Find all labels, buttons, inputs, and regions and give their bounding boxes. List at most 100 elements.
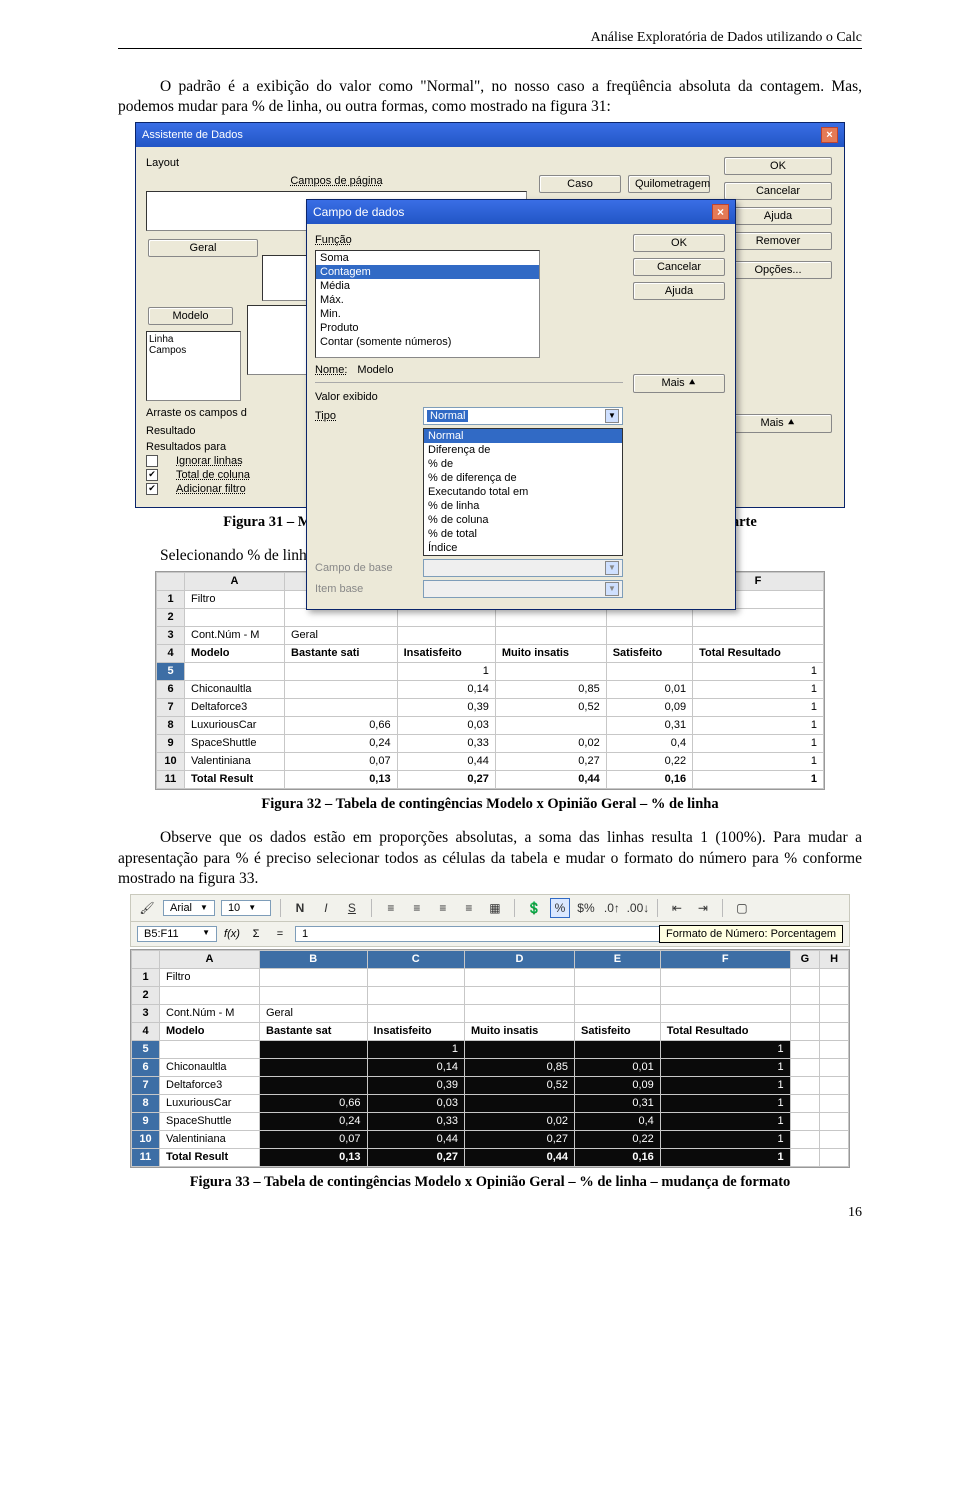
cell[interactable] xyxy=(260,1076,368,1094)
btn-cancel-outer[interactable]: Cancelar xyxy=(724,182,832,200)
row-header[interactable]: 6 xyxy=(157,680,185,698)
btn-cancel-inner[interactable]: Cancelar xyxy=(633,258,725,276)
cell[interactable]: Chiconaultla xyxy=(160,1058,260,1076)
btn-more-inner[interactable]: Mais ⯅ xyxy=(633,374,725,393)
cell[interactable] xyxy=(495,662,606,680)
cell[interactable]: Cont.Núm - M xyxy=(160,1004,260,1022)
cell[interactable] xyxy=(790,986,820,1004)
cell[interactable]: Deltaforce3 xyxy=(160,1076,260,1094)
cell[interactable]: Bastante sati xyxy=(285,644,398,662)
cell[interactable] xyxy=(465,1094,575,1112)
fn-option[interactable]: Média xyxy=(316,279,539,293)
cell[interactable]: 0,09 xyxy=(606,698,692,716)
currency2-icon[interactable]: $% xyxy=(576,898,596,918)
cell[interactable] xyxy=(820,1040,849,1058)
cell[interactable] xyxy=(285,698,398,716)
cell[interactable]: 0,66 xyxy=(285,716,398,734)
cell[interactable]: LuxuriousCar xyxy=(160,1094,260,1112)
align-left-icon[interactable]: ≡ xyxy=(381,898,401,918)
cell[interactable] xyxy=(397,626,495,644)
dialog-titlebar[interactable]: Assistente de Dados × xyxy=(136,123,844,147)
cell[interactable] xyxy=(790,1148,820,1166)
cell[interactable]: 0,22 xyxy=(575,1130,661,1148)
col-header[interactable]: G xyxy=(790,950,820,968)
cell[interactable]: 0,4 xyxy=(606,734,692,752)
row-header[interactable]: 3 xyxy=(132,1004,160,1022)
cell[interactable] xyxy=(160,986,260,1004)
add-decimal-icon[interactable]: .0↑ xyxy=(602,898,622,918)
cell[interactable]: 0,52 xyxy=(495,698,606,716)
btn-modelo[interactable]: Modelo xyxy=(148,307,233,325)
cell[interactable] xyxy=(820,1004,849,1022)
cell[interactable]: 1 xyxy=(397,662,495,680)
cell[interactable] xyxy=(160,1040,260,1058)
align-justify-icon[interactable]: ≡ xyxy=(459,898,479,918)
combo-tipo[interactable]: Normal ▼ xyxy=(423,407,623,425)
cell[interactable] xyxy=(660,986,790,1004)
table-fig33[interactable]: ABCDEFGH1Filtro23Cont.Núm - MGeral4Model… xyxy=(131,950,849,1167)
cell[interactable]: 1 xyxy=(660,1040,790,1058)
cell[interactable]: Muito insatis xyxy=(495,644,606,662)
bold-button[interactable]: N xyxy=(290,898,310,918)
fn-option[interactable]: Produto xyxy=(316,321,539,335)
cell[interactable] xyxy=(606,608,692,626)
cell[interactable]: 0,07 xyxy=(260,1130,368,1148)
cell[interactable] xyxy=(575,1040,661,1058)
cell[interactable] xyxy=(606,626,692,644)
cell[interactable]: Modelo xyxy=(160,1022,260,1040)
dec-indent-icon[interactable]: ⇤ xyxy=(667,898,687,918)
font-selector[interactable]: Arial▼ xyxy=(163,900,215,916)
cell[interactable] xyxy=(790,968,820,986)
fx-icon[interactable]: f(x) xyxy=(223,925,241,943)
col-header[interactable]: D xyxy=(465,950,575,968)
btn-geral[interactable]: Geral xyxy=(148,239,258,257)
cell[interactable]: 0,44 xyxy=(397,752,495,770)
row-header[interactable]: 7 xyxy=(132,1076,160,1094)
cell[interactable]: 1 xyxy=(660,1130,790,1148)
type-option[interactable]: % de diferença de xyxy=(424,471,622,485)
cell[interactable] xyxy=(820,1130,849,1148)
cell[interactable]: 0,44 xyxy=(465,1148,575,1166)
inc-indent-icon[interactable]: ⇥ xyxy=(693,898,713,918)
row-header[interactable]: 5 xyxy=(132,1040,160,1058)
align-center-icon[interactable]: ≡ xyxy=(407,898,427,918)
type-option[interactable]: % de coluna xyxy=(424,513,622,527)
cell[interactable] xyxy=(660,1004,790,1022)
font-size-selector[interactable]: 10▼ xyxy=(221,900,271,916)
col-header[interactable]: H xyxy=(820,950,849,968)
type-option[interactable]: Diferença de xyxy=(424,443,622,457)
col-header[interactable]: C xyxy=(367,950,464,968)
btn-options[interactable]: Opções... xyxy=(724,261,832,279)
btn-ok-outer[interactable]: OK xyxy=(724,157,832,175)
cell[interactable] xyxy=(820,1022,849,1040)
cell[interactable] xyxy=(790,1112,820,1130)
cell[interactable] xyxy=(495,626,606,644)
cell[interactable] xyxy=(260,968,368,986)
row-header[interactable]: 2 xyxy=(157,608,185,626)
btn-ok-inner[interactable]: OK xyxy=(633,234,725,252)
underline-button[interactable]: S xyxy=(342,898,362,918)
cell[interactable] xyxy=(790,1040,820,1058)
cell[interactable] xyxy=(693,608,824,626)
col-header[interactable]: E xyxy=(575,950,661,968)
cell[interactable]: Valentiniana xyxy=(160,1130,260,1148)
cell[interactable]: 1 xyxy=(660,1076,790,1094)
styles-icon[interactable]: 🖌 xyxy=(137,898,157,918)
cell[interactable]: 0,14 xyxy=(397,680,495,698)
fn-option[interactable]: Min. xyxy=(316,307,539,321)
cell[interactable] xyxy=(820,968,849,986)
italic-button[interactable]: I xyxy=(316,898,336,918)
cell[interactable]: 0,16 xyxy=(575,1148,661,1166)
cell[interactable]: 1 xyxy=(693,716,824,734)
cell[interactable] xyxy=(693,626,824,644)
cell[interactable] xyxy=(367,986,464,1004)
row-header[interactable]: 8 xyxy=(132,1094,160,1112)
cell[interactable]: Muito insatis xyxy=(465,1022,575,1040)
cell[interactable] xyxy=(185,662,285,680)
cell[interactable]: Deltaforce3 xyxy=(185,698,285,716)
cell[interactable]: 0,85 xyxy=(465,1058,575,1076)
cell[interactable]: 0,03 xyxy=(397,716,495,734)
cell[interactable]: Modelo xyxy=(185,644,285,662)
remove-decimal-icon[interactable]: .00↓ xyxy=(628,898,648,918)
cell[interactable]: 0,44 xyxy=(367,1130,464,1148)
